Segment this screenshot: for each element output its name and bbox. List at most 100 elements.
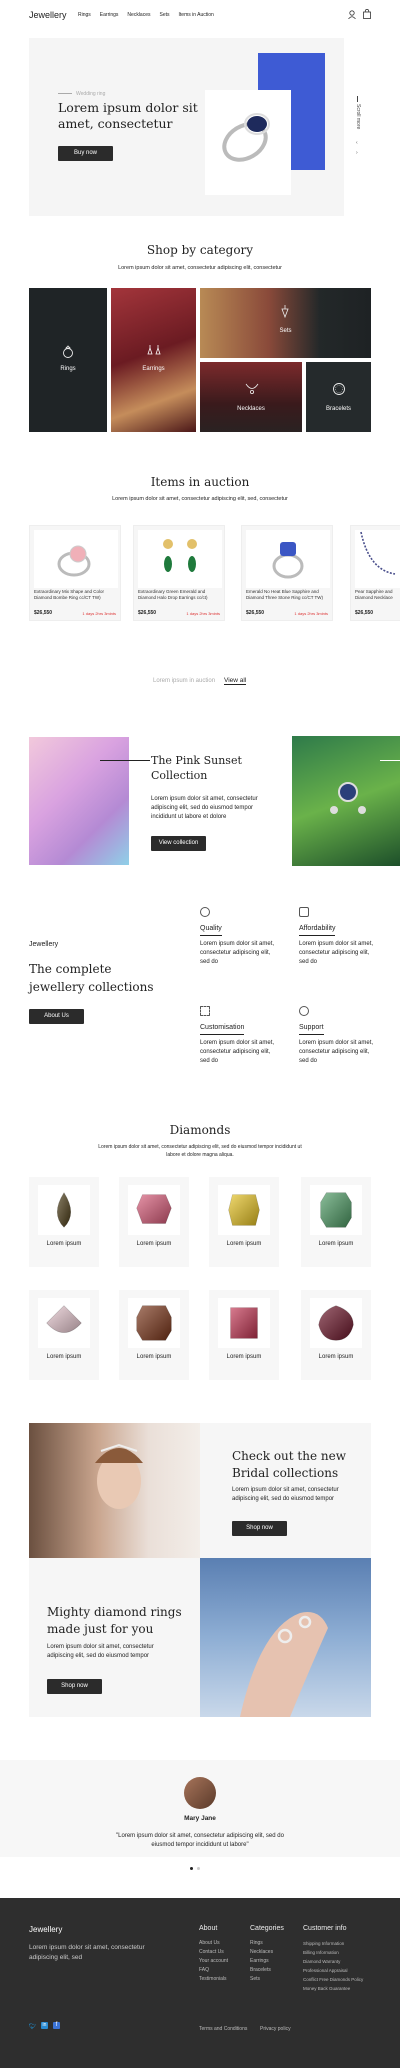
view-collection-button[interactable]: View collection (151, 836, 206, 851)
auction-more-text: Lorem ipsum in auction (153, 678, 216, 684)
diamond-card[interactable]: Lorem ipsum (119, 1177, 189, 1267)
auction-item-price: $26,550 (138, 610, 157, 616)
diamond-image (218, 1185, 270, 1235)
ring-icon (63, 345, 73, 358)
feature-support: Support Lorem ipsum dolor sit amet, cons… (299, 1006, 377, 1066)
collection-line-right (380, 760, 400, 761)
privacy-link[interactable]: Privacy policy (260, 2026, 291, 2032)
diamond-label: Lorem ipsum (318, 1241, 354, 1247)
collection-title: The Pink Sunset Collection (151, 754, 242, 782)
footer-link[interactable]: Diamond Warranty (303, 1957, 363, 1966)
nav-items-in-auction[interactable]: Items in Auction (179, 12, 214, 18)
footer-link[interactable]: About Us (199, 1939, 228, 1948)
facebook-icon[interactable]: f (53, 2022, 60, 2029)
user-icon[interactable] (348, 10, 356, 19)
bridal-shop-now-button[interactable]: Shop now (232, 1521, 287, 1536)
category-earrings-label: Earrings (142, 366, 165, 372)
diamond-card[interactable]: Lorem ipsum (209, 1177, 279, 1267)
arrow-down-icon[interactable]: › (356, 150, 358, 156)
diamond-card[interactable]: Lorem ipsum (119, 1290, 189, 1380)
footer-link[interactable]: Necklaces (250, 1948, 284, 1957)
auction-card[interactable]: Pear Sapphire and Diamond Necklace $26,5… (350, 525, 400, 621)
about-label: Jewellery (29, 941, 59, 948)
view-all-link[interactable]: View all (224, 677, 247, 685)
auction-item-name: Pear Sapphire and Diamond Necklace (355, 589, 393, 600)
auction-card[interactable]: Extraordinary Mix Shape and Color Diamon… (29, 525, 121, 621)
category-sets[interactable]: Sets (200, 288, 371, 358)
diamond-card[interactable]: Lorem ipsum (29, 1290, 99, 1380)
footer-categories-title: Categories (250, 1925, 284, 1932)
feature-affordability: Affordability Lorem ipsum dolor sit amet… (299, 907, 377, 967)
footer-link[interactable]: Your account (199, 1957, 228, 1966)
auction-time-left: 1 days 2hrs 3mints (186, 611, 220, 616)
diamond-card[interactable]: Lorem ipsum (29, 1177, 99, 1267)
affordability-icon (299, 907, 309, 917)
footer-text: Lorem ipsum dolor sit amet, consectetur … (29, 1944, 145, 1961)
rings-title: Mighty diamond rings made just for you (47, 1605, 182, 1636)
footer-logo[interactable]: Jewellery (29, 1925, 62, 1934)
diamond-card[interactable]: Lorem ipsum (301, 1290, 371, 1380)
testimonial-name: Mary Jane (184, 1815, 216, 1822)
buy-now-button[interactable]: Buy now (58, 146, 113, 161)
sets-icon (281, 305, 289, 318)
diamonds-subtitle: Lorem ipsum dolor sit amet, consectetur … (98, 1144, 302, 1158)
footer-link[interactable]: Billing Information (303, 1948, 363, 1957)
rings-text: Lorem ipsum dolor sit amet, consectetur … (47, 1644, 154, 1659)
terms-link[interactable]: Terms and Conditions (199, 2026, 247, 2032)
about-us-button[interactable]: About Us (29, 1009, 84, 1024)
footer-link[interactable]: Testimonials (199, 1975, 228, 1984)
site-logo[interactable]: Jewellery (29, 10, 67, 20)
auction-earrings-image (138, 530, 222, 588)
twitter-icon[interactable]: 🐦︎ (29, 2023, 37, 2030)
auction-card[interactable]: Emerald No Heat Blue Sapphire and Diamon… (241, 525, 333, 621)
footer-link[interactable]: Earrings (250, 1957, 284, 1966)
testimonial-quote: "Lorem ipsum dolor sit amet, consectetur… (116, 1833, 284, 1848)
carousel-dot[interactable] (197, 1867, 200, 1870)
feature-title: Support (299, 1024, 324, 1035)
auction-item-price: $26,550 (355, 610, 374, 616)
auction-subtitle: Lorem ipsum dolor sit amet, consectetur … (112, 496, 288, 502)
diamond-card[interactable]: Lorem ipsum (209, 1290, 279, 1380)
feature-text: Lorem ipsum dolor sit amet, consectetur … (299, 1040, 374, 1064)
footer-categories-column: Categories Rings Necklaces Earrings Brac… (250, 1924, 284, 1984)
category-necklaces[interactable]: Necklaces (200, 362, 302, 432)
arrow-up-icon[interactable]: ‹ (356, 140, 358, 146)
footer-link[interactable]: Conflict Free Diamonds Policy (303, 1975, 363, 1984)
main-nav: Rings Earrings Necklaces Sets Items in A… (78, 12, 214, 18)
bridal-text: Lorem ipsum dolor sit amet, consectetur … (232, 1487, 339, 1502)
nav-rings[interactable]: Rings (78, 12, 91, 18)
footer-link[interactable]: Bracelets (250, 1966, 284, 1975)
auction-ring-image (34, 530, 118, 588)
category-earrings[interactable]: Earrings (111, 288, 196, 432)
diamond-label: Lorem ipsum (226, 1354, 262, 1360)
category-bracelets[interactable]: Bracelets (306, 362, 371, 432)
nav-earrings[interactable]: Earrings (100, 12, 119, 18)
footer-link[interactable]: Professional Appraisal (303, 1966, 363, 1975)
diamond-image (310, 1298, 362, 1348)
bride-image (29, 1423, 200, 1558)
category-rings[interactable]: Rings (29, 288, 107, 432)
footer-link[interactable]: Money Back Guarantee (303, 1984, 363, 1993)
auction-card[interactable]: Extraordinary Green Emerald and Diamond … (133, 525, 225, 621)
diamond-label: Lorem ipsum (226, 1241, 262, 1247)
diamond-label: Lorem ipsum (46, 1354, 82, 1360)
diamonds-title: Diamonds (169, 1123, 231, 1137)
collection-line (100, 760, 150, 761)
nav-necklaces[interactable]: Necklaces (127, 12, 150, 18)
linkedin-icon[interactable]: in (41, 2022, 48, 2029)
nav-sets[interactable]: Sets (160, 12, 170, 18)
footer-link[interactable]: Contact Us (199, 1948, 228, 1957)
footer-link[interactable]: Sets (250, 1975, 284, 1984)
diamond-card[interactable]: Lorem ipsum (301, 1177, 371, 1267)
hand-rings-image (200, 1558, 371, 1717)
footer-link[interactable]: Rings (250, 1939, 284, 1948)
auction-time-left: 1 days 2hrs 3mints (294, 611, 328, 616)
carousel-dot-active[interactable] (190, 1867, 193, 1870)
auction-sapphire-ring-image (246, 530, 330, 588)
rings-shop-now-button[interactable]: Shop now (47, 1679, 102, 1694)
diamond-label: Lorem ipsum (46, 1241, 82, 1247)
footer-link[interactable]: Shipping Information (303, 1939, 363, 1948)
shopping-bag-icon[interactable] (363, 9, 371, 19)
footer-link[interactable]: FAQ (199, 1966, 228, 1975)
bridal-title: Check out the new Bridal collections (232, 1449, 346, 1480)
